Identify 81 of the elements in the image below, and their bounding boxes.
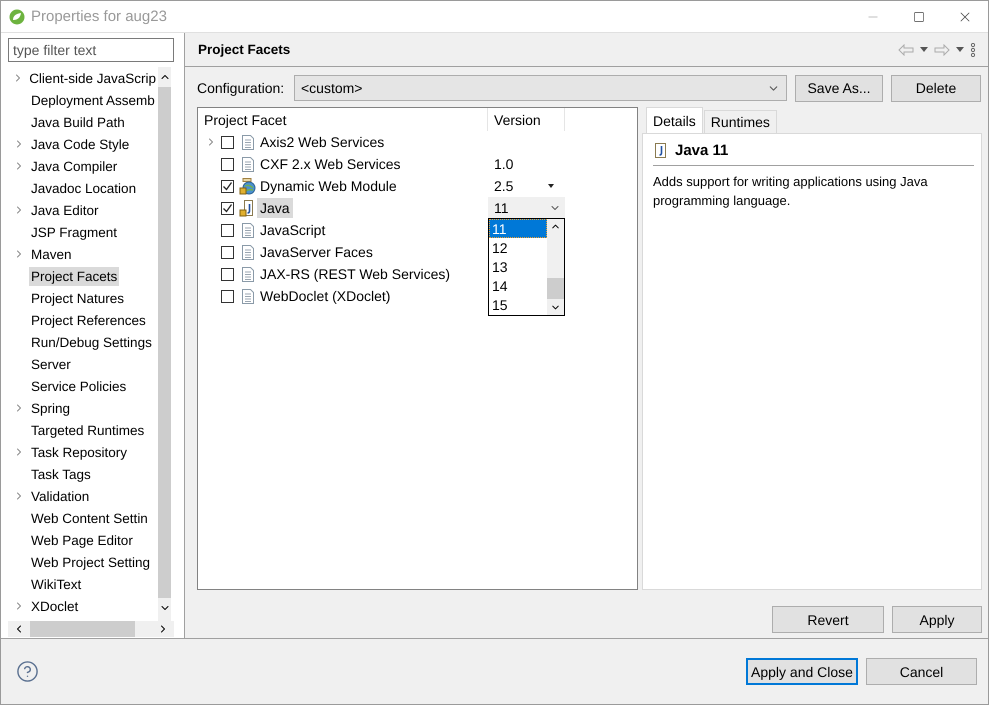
configuration-select[interactable]: <custom>	[294, 75, 787, 101]
facet-name[interactable]: WebDoclet (XDoclet)	[257, 286, 394, 306]
java-file-icon	[239, 200, 256, 216]
tree-item[interactable]: Java Editor	[29, 200, 101, 220]
checkbox[interactable]	[221, 180, 234, 192]
checkbox[interactable]	[221, 158, 234, 170]
tree-item[interactable]: Task Repository	[29, 442, 130, 462]
tree-item[interactable]: Java Code Style	[29, 134, 132, 154]
details-description: Adds support for writing applications using Java programming language.	[653, 173, 929, 210]
help-icon[interactable]	[16, 660, 39, 683]
tree-item[interactable]: Deployment Assemb	[29, 90, 157, 110]
document-icon	[242, 156, 254, 172]
leaf-logo-icon	[9, 8, 25, 24]
apply-button[interactable]: Apply	[892, 606, 982, 633]
tree-item[interactable]: Service Policies	[29, 376, 128, 396]
column-header[interactable]: Project Facet	[198, 108, 488, 131]
facet-name[interactable]: JavaServer Faces	[257, 242, 376, 262]
facet-name[interactable]: CXF 2.x Web Services	[257, 154, 404, 174]
tree-item[interactable]: Web Content Settin	[29, 508, 150, 528]
checkbox[interactable]	[221, 268, 234, 280]
tree-item[interactable]: Task Tags	[29, 464, 93, 484]
tree-item[interactable]: Java Compiler	[29, 156, 120, 176]
facet-name[interactable]: Axis2 Web Services	[257, 132, 388, 152]
list-option[interactable]: 11	[489, 219, 547, 238]
save-as-button[interactable]: Save As...	[795, 74, 883, 102]
java-file-icon	[655, 143, 666, 158]
facet-name[interactable]: JavaScript	[257, 220, 328, 240]
scrollbar-thumb[interactable]	[30, 621, 135, 637]
column-header[interactable]: Version	[488, 108, 565, 131]
version-text[interactable]: 2.5	[488, 178, 514, 194]
facet-name[interactable]: Java	[257, 198, 293, 218]
tree-item[interactable]: Maven	[29, 244, 74, 264]
scrollbar-thumb[interactable]	[547, 278, 564, 299]
tree-item[interactable]: JSP Fragment	[29, 222, 120, 242]
apply-and-close-button[interactable]: Apply and Close	[746, 658, 858, 685]
document-icon	[242, 266, 254, 282]
tree-item[interactable]: Client-side JavaScrip	[27, 68, 158, 88]
tree-item[interactable]: WikiText	[29, 574, 84, 594]
tree-item[interactable]: Javadoc Location	[29, 178, 138, 198]
version-select[interactable]: 11	[488, 197, 565, 219]
checkbox[interactable]	[221, 224, 234, 236]
version-text: 1.0	[493, 156, 514, 172]
cancel-button[interactable]: Cancel	[866, 658, 977, 685]
facet-name[interactable]: JAX-RS (REST Web Services)	[257, 264, 454, 284]
details-title: Java 11	[675, 142, 728, 159]
checkbox[interactable]	[221, 136, 234, 148]
tree-item[interactable]: Project References	[29, 310, 148, 330]
tree-item[interactable]: Web Project Setting	[29, 552, 152, 572]
configuration-label: Configuration:	[197, 80, 286, 96]
tree-item[interactable]: Spring	[29, 398, 72, 418]
checkbox[interactable]	[221, 202, 234, 214]
tab[interactable]: Runtimes	[704, 110, 777, 133]
tab[interactable]: Details	[646, 107, 703, 133]
tree-item[interactable]: Project Facets	[29, 266, 120, 286]
scrollbar[interactable]	[547, 219, 564, 315]
checkbox[interactable]	[221, 246, 234, 258]
page-title: Project Facets	[198, 42, 292, 57]
horizontal-scrollbar[interactable]	[8, 621, 174, 637]
more-icon[interactable]	[970, 42, 976, 56]
checkbox[interactable]	[221, 290, 234, 302]
revert-button[interactable]: Revert	[772, 606, 884, 633]
delete-button[interactable]: Delete	[891, 74, 981, 102]
document-icon	[242, 244, 254, 260]
tree-item[interactable]: Run/Debug Settings	[29, 332, 154, 352]
document-icon	[242, 288, 254, 304]
tree-item[interactable]: Java Build Path	[29, 112, 127, 132]
dropdown-icon[interactable]	[548, 184, 554, 188]
tree-item[interactable]: Validation	[29, 486, 92, 506]
tree-item[interactable]: Server	[29, 354, 73, 374]
window-title: Properties for aug23	[31, 8, 168, 25]
globe-jar-icon	[239, 178, 256, 194]
filter-field[interactable]: type filter text	[8, 38, 174, 62]
facet-name[interactable]: Dynamic Web Module	[257, 176, 400, 196]
tree-item[interactable]: Web Page Editor	[29, 530, 135, 550]
dropdown-icon[interactable]	[920, 47, 928, 52]
tree-item[interactable]: Project Natures	[29, 288, 126, 308]
dropdown-icon[interactable]	[956, 47, 964, 52]
tree-item[interactable]: XDoclet	[29, 596, 80, 616]
document-icon	[242, 134, 254, 150]
document-icon	[242, 222, 254, 238]
tree-item[interactable]: Targeted Runtimes	[29, 420, 146, 440]
